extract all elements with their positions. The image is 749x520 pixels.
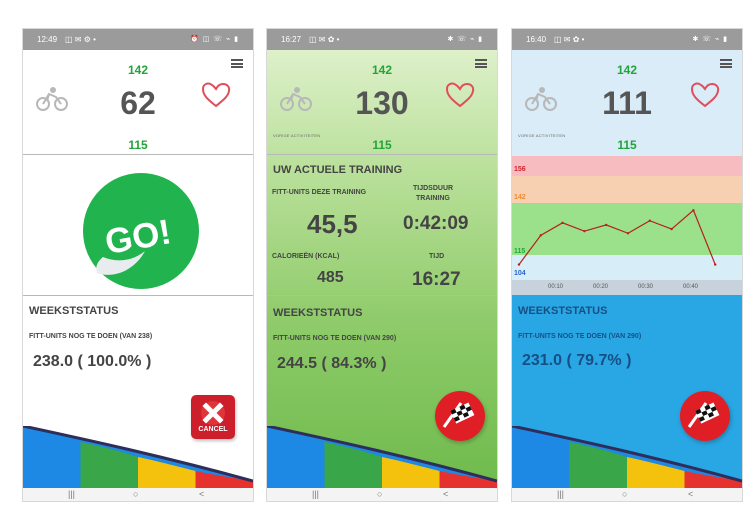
duration-label-line-2: TRAINING: [416, 195, 450, 202]
divider: [267, 154, 497, 155]
heart-rate-value: 62: [120, 85, 156, 121]
status-time: 16:27: [281, 35, 302, 44]
fitt-training-label: FITT-UNITS DEZE TRAINING: [272, 189, 367, 196]
graph-time-4: 00:40: [683, 284, 699, 290]
heart-rate-value: 111: [602, 85, 652, 121]
fitt-units-value: 231.0 ( 79.7% ): [522, 352, 632, 369]
fitt-units-value: 238.0 ( 100.0% ): [33, 353, 152, 370]
divider: [267, 295, 497, 296]
phone-screen-graph: 16:40 ◫ ✉ ✿ • ✱ ☏ ⌁ ▮ 142 111 115 VORIGE…: [511, 28, 743, 502]
threshold-label-142: 142: [514, 194, 526, 201]
duration-label-line-1: TIJDSDUUR: [413, 185, 454, 192]
go-button[interactable]: GO!: [79, 169, 203, 293]
heart-rate-upper-limit: 142: [616, 63, 638, 77]
week-status-title: WEEKSTSTATUS: [518, 305, 608, 317]
heart-rate-lower-limit: 115: [617, 138, 637, 152]
weekly-progress-bands: [23, 426, 253, 490]
previous-activities-label[interactable]: VORIGE ACTIVITEITEN: [518, 133, 565, 138]
heart-rate-lower-limit: 115: [372, 138, 392, 152]
status-bar: 12:49 ◫ ✉ ⚙ • ⏰ ◫ ☏ ⌁ ▮: [23, 29, 253, 50]
fitt-training-value: 45,5: [307, 209, 358, 239]
status-icons: ◫ ✉ ✿ •: [554, 35, 585, 44]
phone-screen-training: 16:27 ◫ ✉ ✿ • ✱ ☏ ⌁ ▮ 142 130 115 VORIGE…: [266, 28, 498, 502]
fitt-units-label: FITT-UNITS NOG TE DOEN (VAN 290): [518, 333, 642, 340]
status-bar: 16:40 ◫ ✉ ✿ • ✱ ☏ ⌁ ▮: [512, 29, 742, 50]
heart-rate-point: [648, 219, 651, 222]
status-bar: 16:27 ◫ ✉ ✿ • ✱ ☏ ⌁ ▮: [267, 29, 497, 50]
calories-label: CALORIEËN (KCAL): [272, 253, 340, 260]
android-nav-bar: ||| ○ <: [23, 488, 253, 501]
heart-rate-upper-limit: 142: [127, 63, 149, 77]
home-button[interactable]: ○: [377, 488, 382, 501]
divider: [23, 154, 253, 155]
duration-value: 0:42:09: [403, 213, 469, 234]
recent-apps-button[interactable]: |||: [557, 488, 564, 501]
heart-rate-point: [561, 221, 564, 225]
heart-rate-point: [583, 229, 586, 233]
status-icons: ◫ ✉ ✿ •: [309, 35, 340, 44]
heart-rate-point: [714, 263, 717, 266]
home-button[interactable]: ○: [133, 488, 138, 501]
threshold-label-156: 156: [514, 166, 526, 173]
status-icons: ◫ ✉ ⚙ •: [65, 35, 96, 44]
heart-rate-point: [692, 209, 695, 212]
go-sticker-icon: GO!: [83, 173, 199, 289]
previous-activities-label[interactable]: VORIGE ACTIVITEITEN: [273, 133, 320, 138]
back-button[interactable]: <: [688, 488, 693, 501]
graph-time-2: 00:20: [593, 284, 609, 290]
time-label: TIJD: [429, 253, 445, 260]
home-button[interactable]: ○: [622, 488, 627, 501]
current-training-title: UW ACTUELE TRAINING: [273, 164, 403, 176]
status-right-icons: ✱ ☏ ⌁ ▮: [692, 36, 728, 43]
heart-rate-lower-limit: 115: [128, 138, 148, 152]
threshold-label-104: 104: [514, 270, 526, 277]
heart-rate-upper-limit: 142: [371, 63, 393, 77]
threshold-label-115: 115: [514, 248, 526, 255]
heart-rate-value: 130: [355, 85, 409, 121]
fitt-units-value: 244.5 ( 84.3% ): [277, 355, 387, 372]
status-time: 12:49: [37, 35, 58, 44]
close-icon: [201, 401, 225, 425]
heart-rate-chart: [512, 156, 742, 298]
status-time: 16:40: [526, 35, 547, 44]
calories-value: 485: [317, 269, 344, 286]
weekly-progress-bands: [267, 426, 497, 490]
phone-screen-start: 12:49 ◫ ✉ ⚙ • ⏰ ◫ ☏ ⌁ ▮ 142 62 115 GO! W…: [22, 28, 254, 502]
back-button[interactable]: <: [443, 488, 448, 501]
fitt-units-label: FITT-UNITS NOG TE DOEN (VAN 238): [29, 333, 153, 340]
recent-apps-button[interactable]: |||: [312, 488, 319, 501]
back-button[interactable]: <: [199, 488, 204, 501]
status-right-icons: ✱ ☏ ⌁ ▮: [447, 36, 483, 43]
week-status-title: WEEKSTSTATUS: [29, 305, 119, 317]
heart-rate-point: [517, 263, 521, 266]
recent-apps-button[interactable]: |||: [68, 488, 75, 501]
divider: [23, 295, 253, 296]
fitt-units-label: FITT-UNITS NOG TE DOEN (VAN 290): [273, 335, 397, 342]
graph-time-1: 00:10: [548, 284, 564, 290]
weekly-progress-bands: [512, 426, 742, 490]
status-right-icons: ⏰ ◫ ☏ ⌁ ▮: [190, 36, 239, 43]
heart-rate-graph[interactable]: 156 142 115 104: [512, 156, 742, 298]
week-status-title: WEEKSTSTATUS: [273, 307, 363, 319]
android-nav-bar: ||| ○ <: [267, 488, 497, 501]
heart-rate-point: [670, 227, 673, 231]
heart-rate-point: [626, 232, 630, 235]
heart-rate-point: [604, 223, 608, 227]
time-value: 16:27: [412, 269, 461, 290]
graph-time-3: 00:30: [638, 284, 654, 290]
android-nav-bar: ||| ○ <: [512, 488, 742, 501]
heart-rate-point: [539, 234, 542, 237]
